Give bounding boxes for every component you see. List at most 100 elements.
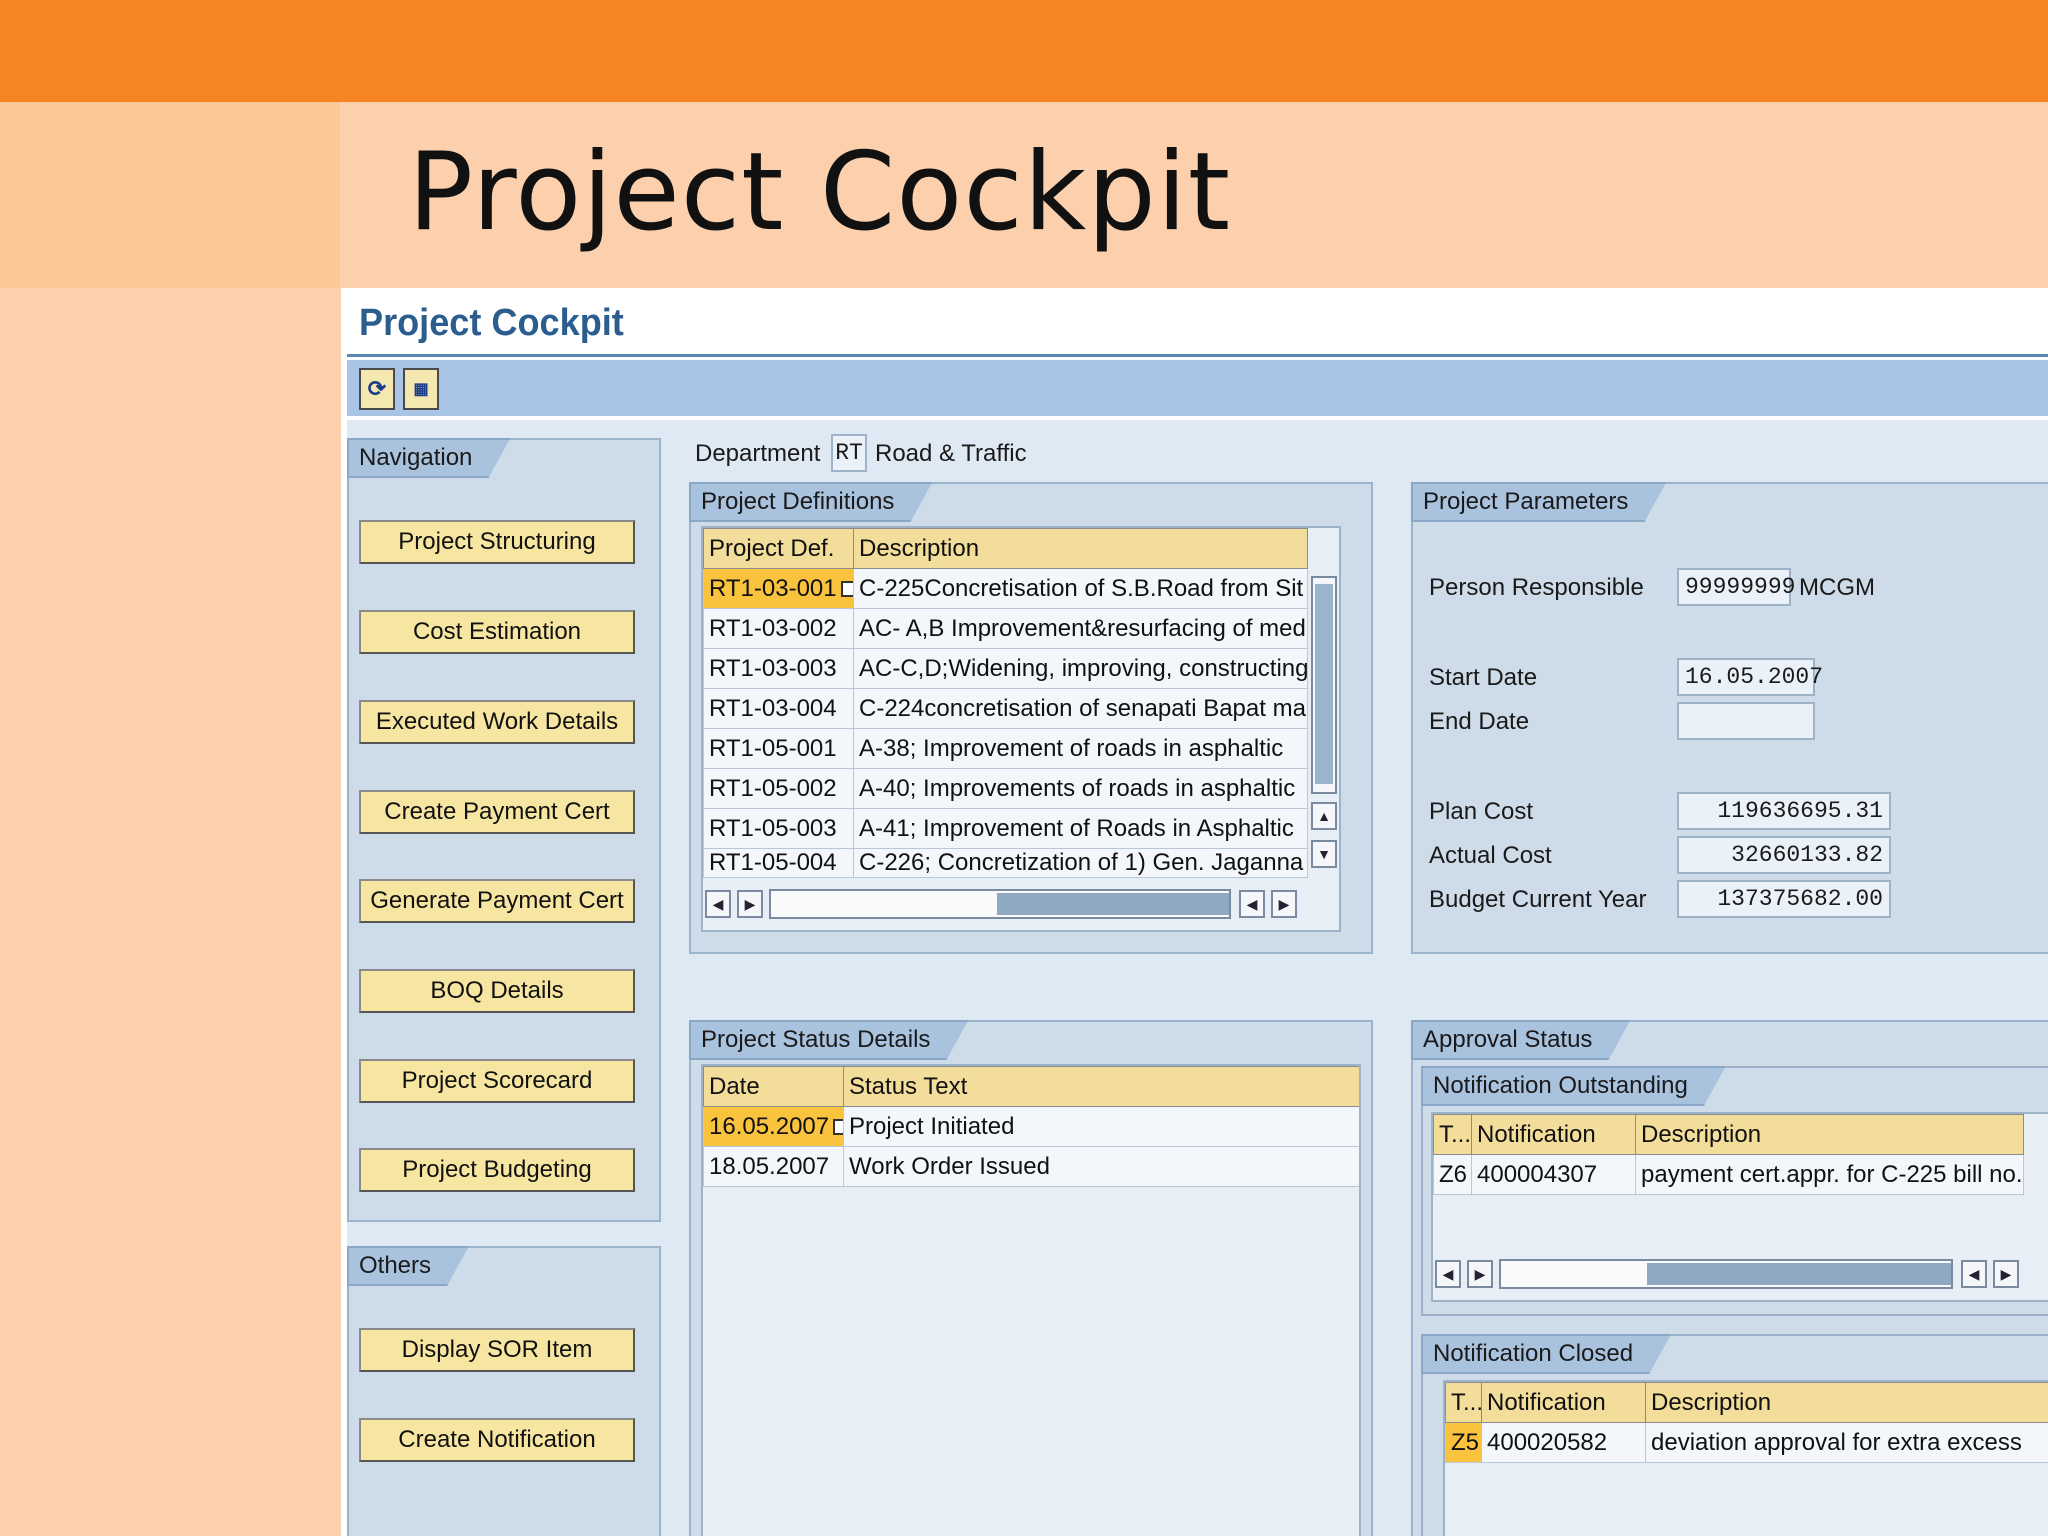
others-group-title: Others [347, 1246, 469, 1286]
description-cell[interactable]: C-224concretisation of senapati Bapat ma [853, 688, 1308, 729]
status-text-cell[interactable]: Work Order Issued [843, 1146, 1359, 1187]
horizontal-scroll-thumb[interactable] [997, 893, 1229, 915]
table-row[interactable]: RT1-03-004 C-224concretisation of senapat… [703, 688, 1308, 729]
layout-icon: ▦ [413, 381, 429, 398]
notification-closed-title: Notification Closed [1421, 1334, 1671, 1374]
scroll-right-end-button[interactable]: ▶ [1993, 1260, 2019, 1288]
project-structuring-button[interactable]: Project Structuring [359, 520, 635, 564]
project-scorecard-button[interactable]: Project Scorecard [359, 1059, 635, 1103]
table-row[interactable]: Z6 400004307 payment cert.appr. for C-22… [1433, 1154, 2024, 1195]
project-parameters-title: Project Parameters [1411, 482, 1666, 522]
display-sor-item-button[interactable]: Display SOR Item [359, 1328, 635, 1372]
scroll-left-button[interactable]: ◀ [1435, 1260, 1461, 1288]
project-def-cell[interactable]: RT1-05-001 [703, 728, 854, 769]
scroll-left-end-button[interactable]: ◀ [1239, 890, 1265, 918]
navigation-group-title: Navigation [347, 438, 510, 478]
description-cell[interactable]: AC-C,D;Widening, improving, constructing [853, 648, 1308, 689]
cost-estimation-button[interactable]: Cost Estimation [359, 610, 635, 654]
scroll-right-button[interactable]: ▶ [1467, 1260, 1493, 1288]
column-header-description[interactable]: Description [1645, 1382, 2048, 1423]
column-header-type[interactable]: T... [1433, 1114, 1472, 1155]
table-row[interactable]: RT1-03-003 AC-C,D;Widening, improving, co… [703, 648, 1308, 689]
horizontal-scrollbar[interactable] [769, 889, 1231, 919]
project-def-cell[interactable]: RT1-03-002 [703, 608, 854, 649]
notification-outstanding-title: Notification Outstanding [1421, 1066, 1726, 1106]
column-header-description[interactable]: Description [853, 528, 1308, 569]
start-date-label: Start Date [1429, 664, 1538, 691]
create-payment-cert-button[interactable]: Create Payment Cert [359, 790, 635, 834]
notification-cell[interactable]: 400004307 [1471, 1154, 1636, 1195]
notification-closed-group: Notification Closed T... Notification De… [1421, 1334, 2048, 1536]
scroll-down-button[interactable]: ▼ [1311, 840, 1337, 868]
create-notification-button[interactable]: Create Notification [359, 1418, 635, 1462]
description-cell[interactable]: A-41; Improvement of Roads in Asphaltic [853, 808, 1308, 849]
description-cell[interactable]: AC- A,B Improvement&resurfacing of mediu [853, 608, 1308, 649]
table-row[interactable]: Z5 400020582 deviation approval for extr… [1445, 1422, 2048, 1463]
scroll-up-button[interactable]: ▲ [1311, 802, 1337, 830]
description-cell[interactable]: deviation approval for extra excess [1645, 1422, 2048, 1463]
start-date-field[interactable]: 16.05.2007 [1677, 658, 1823, 696]
column-header-notification[interactable]: Notification [1471, 1114, 1636, 1155]
column-header-date[interactable]: Date [703, 1066, 844, 1107]
date-cell[interactable]: 16.05.2007 [703, 1106, 844, 1147]
column-header-type[interactable]: T... [1445, 1382, 1482, 1423]
actual-cost-field[interactable]: 32660133.82 [1677, 836, 1891, 874]
project-def-cell[interactable]: RT1-03-001 [703, 568, 854, 609]
column-header-project-def[interactable]: Project Def. [703, 528, 854, 569]
project-status-grid: Date Status Text 16.05.2007 Project Init… [703, 1066, 1359, 1187]
arrow-up-icon: ▲ [1317, 808, 1331, 824]
table-row[interactable]: RT1-05-001 A-38; Improvement of roads in … [703, 728, 1308, 769]
table-row[interactable]: RT1-03-001 C-225Concretisation of S.B.Ro… [703, 568, 1308, 609]
refresh-button[interactable]: ⟳ [359, 368, 395, 410]
type-cell[interactable]: Z6 [1433, 1154, 1472, 1195]
project-def-cell[interactable]: RT1-03-003 [703, 648, 854, 689]
table-row[interactable]: 16.05.2007 Project Initiated [703, 1106, 1359, 1147]
horizontal-scroll-thumb[interactable] [1647, 1263, 1951, 1285]
type-cell[interactable]: Z5 [1445, 1422, 1482, 1463]
column-header-status-text[interactable]: Status Text [843, 1066, 1359, 1107]
person-responsible-field[interactable]: 99999999 [1677, 568, 1795, 606]
layout-button[interactable]: ▦ [403, 368, 439, 410]
end-date-field[interactable] [1677, 702, 1815, 740]
table-row[interactable]: RT1-05-003 A-41; Improvement of Roads in … [703, 808, 1308, 849]
horizontal-scrollbar[interactable] [1499, 1259, 1953, 1289]
scroll-right-button[interactable]: ▶ [737, 890, 763, 918]
status-text-cell[interactable]: Project Initiated [843, 1106, 1359, 1147]
vertical-scrollbar[interactable] [1311, 576, 1337, 794]
scroll-left-end-button[interactable]: ◀ [1961, 1260, 1987, 1288]
project-def-cell[interactable]: RT1-05-002 [703, 768, 854, 809]
executed-work-details-button[interactable]: Executed Work Details [359, 700, 635, 744]
date-cell[interactable]: 18.05.2007 [703, 1146, 844, 1187]
project-definitions-group: Project Definitions Project Def. Descrip… [689, 482, 1373, 954]
project-def-cell[interactable]: RT1-05-004 [703, 848, 854, 878]
description-cell[interactable]: C-226; Concretization of 1) Gen. Jaganna [853, 848, 1308, 878]
value-help-icon[interactable] [840, 581, 853, 598]
project-status-table: Date Status Text 16.05.2007 Project Init… [701, 1064, 1361, 1536]
plan-cost-field[interactable]: 119636695.31 [1677, 792, 1891, 830]
value-help-icon[interactable] [833, 1119, 843, 1136]
project-def-cell[interactable]: RT1-03-004 [703, 688, 854, 729]
vertical-scroll-thumb[interactable] [1315, 584, 1333, 784]
arrow-right-icon: ▶ [744, 895, 756, 912]
notification-cell[interactable]: 400020582 [1481, 1422, 1646, 1463]
table-row[interactable]: RT1-05-002 A-40; Improvements of roads in… [703, 768, 1308, 809]
generate-payment-cert-button[interactable]: Generate Payment Cert [359, 879, 635, 923]
table-row[interactable]: RT1-03-002 AC- A,B Improvement&resurfacin… [703, 608, 1308, 649]
column-header-notification[interactable]: Notification [1481, 1382, 1646, 1423]
table-row[interactable]: 18.05.2007 Work Order Issued [703, 1146, 1359, 1187]
budget-current-year-field[interactable]: 137375682.00 [1677, 880, 1891, 918]
project-def-cell[interactable]: RT1-05-003 [703, 808, 854, 849]
project-status-details-title: Project Status Details [689, 1020, 968, 1060]
description-cell[interactable]: C-225Concretisation of S.B.Road from Sit [853, 568, 1308, 609]
column-header-description[interactable]: Description [1635, 1114, 2024, 1155]
table-row[interactable]: RT1-05-004 C-226; Concretization of 1) Ge… [703, 848, 1308, 878]
description-cell[interactable]: A-40; Improvements of roads in asphaltic [853, 768, 1308, 809]
description-cell[interactable]: A-38; Improvement of roads in asphaltic [853, 728, 1308, 769]
scroll-left-button[interactable]: ◀ [705, 890, 731, 918]
project-budgeting-button[interactable]: Project Budgeting [359, 1148, 635, 1192]
department-label: Department [695, 440, 821, 467]
boq-details-button[interactable]: BOQ Details [359, 969, 635, 1013]
notification-closed-table: T... Notification Description Z5 4000205… [1443, 1380, 2048, 1536]
scroll-right-end-button[interactable]: ▶ [1271, 890, 1297, 918]
description-cell[interactable]: payment cert.appr. for C-225 bill no.3 [1635, 1154, 2024, 1195]
